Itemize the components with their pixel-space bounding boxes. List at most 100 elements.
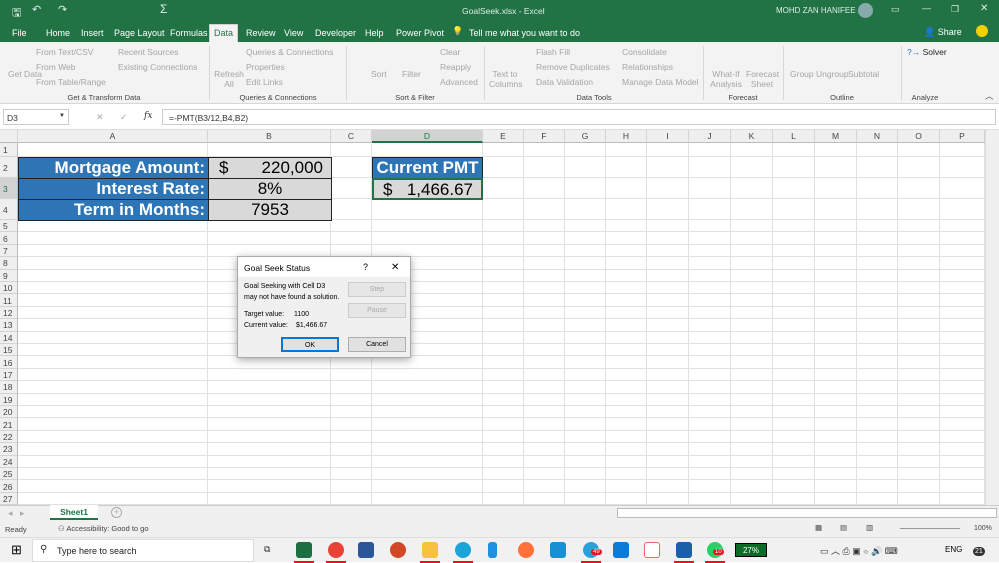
redo-icon[interactable]: ↷ [58,3,67,16]
cell-d2[interactable]: Current PMT [372,157,483,179]
filter-button[interactable]: Filter [402,69,421,79]
cancel-button[interactable]: Cancel [348,337,406,352]
taskbar-search[interactable]: ⚲ Type here to search [32,539,254,562]
row-header[interactable]: 8 [0,257,18,270]
notification-center-icon[interactable]: 21 [973,547,985,556]
insert-function-icon[interactable]: fx [144,111,152,121]
tab-formulas[interactable]: Formulas [166,25,212,41]
zoom-slider[interactable] [900,528,960,529]
smiley-icon[interactable] [976,25,988,37]
task-view-icon[interactable]: ⧉ [264,544,270,555]
mail-icon[interactable] [613,542,629,558]
minimize-icon[interactable]: — [922,3,931,13]
refresh-all-button[interactable]: Refresh All [214,69,244,89]
language-indicator[interactable]: ENG [945,545,962,554]
column-header[interactable]: F [524,130,565,143]
column-header[interactable]: O [898,130,940,143]
whatsapp-icon[interactable]: 10 [707,542,724,558]
row-header[interactable]: 27 [0,492,18,506]
tab-page-layout[interactable]: Page Layout [110,25,169,41]
row-header[interactable]: 6 [0,232,18,245]
column-header[interactable]: H [606,130,647,143]
normal-view-icon[interactable]: ▦ [815,523,822,532]
tab-view[interactable]: View [280,25,307,41]
existing-connections-button[interactable]: Existing Connections [118,62,197,72]
data-validation-button[interactable]: Data Validation [536,77,593,87]
column-header[interactable]: G [565,130,606,143]
solver-button[interactable]: ?→ Solver [907,47,947,57]
vertical-scrollbar[interactable] [985,130,999,505]
column-header[interactable]: P [940,130,985,143]
save-icon[interactable]: 🖫 [12,4,21,23]
column-header[interactable]: D [372,130,483,143]
row-header[interactable]: 5 [0,220,18,233]
edge-icon[interactable] [455,542,471,558]
row-header[interactable]: 13 [0,319,18,332]
tab-data[interactable]: Data [209,24,239,42]
collapse-ribbon-icon[interactable]: ︿ [985,90,994,102]
page-layout-view-icon[interactable]: ▤ [840,523,847,532]
row-header[interactable]: 14 [0,331,18,344]
what-if-analysis-button[interactable]: What-If Analysis [708,69,744,89]
row-header[interactable]: 16 [0,356,18,369]
reapply-button[interactable]: Reapply [440,62,471,72]
from-table-button[interactable]: From Table/Range [36,77,106,87]
chrome-icon[interactable] [328,542,344,558]
text-to-columns-button[interactable]: Text to Columns [489,69,523,89]
tell-me-input[interactable]: Tell me what you want to do [465,25,584,41]
cell-d3[interactable]: $1,466.67 [372,178,483,200]
pause-button[interactable]: Pause [348,303,406,318]
row-header[interactable]: 4 [0,199,18,220]
excel-icon[interactable] [296,542,312,558]
tab-file[interactable]: File [8,25,31,41]
restore-icon[interactable]: ❐ [951,4,959,15]
group-button[interactable]: Group [790,69,814,79]
consolidate-button[interactable]: Consolidate [622,47,667,57]
row-header[interactable]: 10 [0,282,18,295]
horizontal-scrollbar[interactable] [617,508,997,518]
dialog-close-icon[interactable]: ✕ [391,262,399,273]
cancel-icon[interactable]: ✕ [96,112,104,123]
ungroup-button[interactable]: Ungroup [816,69,849,79]
row-header[interactable]: 12 [0,306,18,320]
tab-help[interactable]: Help [361,25,388,41]
select-all-corner[interactable] [0,130,18,143]
queries-connections-button[interactable]: Queries & Connections [246,47,333,57]
row-header[interactable]: 22 [0,430,18,444]
recent-sources-button[interactable]: Recent Sources [118,47,178,57]
remove-duplicates-button[interactable]: Remove Duplicates [536,62,610,72]
accessibility-status[interactable]: ⚇ Accessibility: Good to go [58,524,149,533]
column-header[interactable]: I [647,130,689,143]
tab-power-pivot[interactable]: Power Pivot [392,25,448,41]
relationships-button[interactable]: Relationships [622,62,673,72]
cell-a3[interactable]: Interest Rate: [18,178,209,200]
tray-icons[interactable]: ▭ ︿ ⎙ ▣ ⌔ 🔊 ⌨ [820,544,898,557]
get-data-button[interactable]: Get Data [8,69,42,79]
cell-b4[interactable]: 7953 [208,199,332,221]
column-header[interactable]: L [773,130,815,143]
column-header[interactable]: A [18,130,208,143]
l-app-icon[interactable] [550,542,566,558]
row-header[interactable]: 9 [0,269,18,282]
forecast-sheet-button[interactable]: Forecast Sheet [746,69,779,89]
help-icon[interactable]: ? [363,262,368,272]
snipping-tool-icon[interactable] [644,542,660,558]
enter-icon[interactable]: ✓ [120,112,128,123]
scroll-tabs-right-icon[interactable]: ▸ [20,508,25,519]
share-button[interactable]: 👤 Share [924,27,962,38]
cell-b3[interactable]: 8% [208,178,332,200]
zoom-level[interactable]: 100% [974,525,992,532]
tab-insert[interactable]: Insert [77,25,108,41]
file-explorer-icon[interactable] [422,542,438,558]
row-header[interactable]: 26 [0,480,18,493]
manage-data-model-button[interactable]: Manage Data Model [622,77,699,87]
cell-a4[interactable]: Term in Months: [18,199,209,221]
step-button[interactable]: Step [348,282,406,297]
cell-b2[interactable]: $220,000 [208,157,332,179]
row-header[interactable]: 11 [0,294,18,307]
row-header[interactable]: 19 [0,393,18,406]
row-header[interactable]: 17 [0,368,18,382]
scroll-tabs-left-icon[interactable]: ◂ [8,508,13,519]
row-header[interactable]: 1 [0,143,18,157]
column-header[interactable]: B [208,130,331,143]
